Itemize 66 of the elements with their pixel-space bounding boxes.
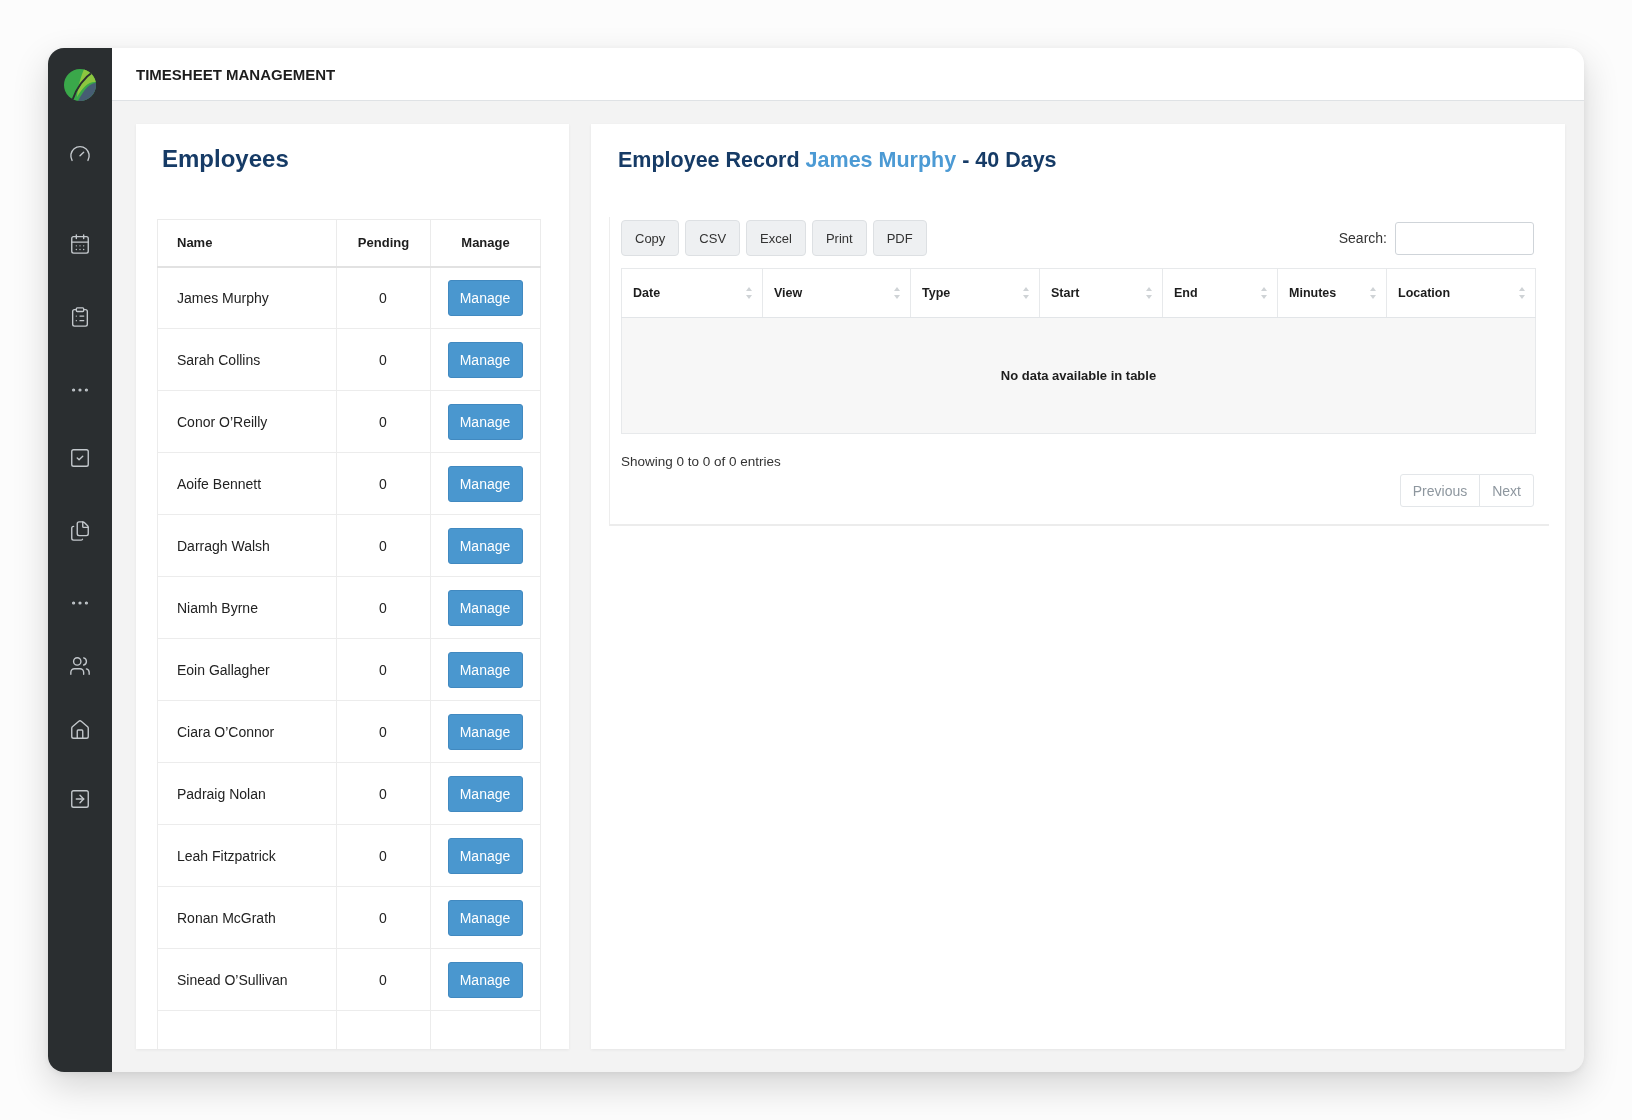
table-cell: Aoife Bennett [157,452,337,515]
manage-button[interactable]: Manage [447,651,523,688]
column-header[interactable]: End [1174,286,1198,300]
manage-button[interactable]: Manage [447,775,523,812]
table-cell: 0 [336,638,431,701]
column-header[interactable]: Minutes [1289,286,1337,300]
manage-button[interactable]: Manage [447,279,523,316]
table-cell: Leah Fitzpatrick [157,824,337,887]
table-cell: Darragh Walsh [157,514,337,577]
table-cell: 0 [336,886,431,949]
column-header[interactable]: Date [633,286,661,300]
table-cell: Sarah Collins [157,328,337,391]
table-info: Showing 0 to 0 of 0 entries [621,454,782,469]
manage-button[interactable]: Manage [447,961,523,998]
empty-table-message: No data available in table [621,317,1536,434]
table-cell: Ciara O’Connor [157,700,337,763]
column-header: Pending [336,219,431,267]
users-icon[interactable] [69,655,91,677]
table-cell: Eoin Gallagher [157,638,337,701]
table-cell: 0 [336,514,431,577]
table-cell: 0 [336,824,431,887]
checkbox-icon[interactable] [69,447,91,469]
manage-button[interactable]: Manage [447,527,523,564]
export-button[interactable]: Excel [746,220,806,256]
table-cell: 0 [336,762,431,825]
calendar-icon[interactable] [69,233,91,255]
column-header[interactable]: Location [1398,286,1451,300]
files-icon[interactable] [69,520,91,542]
record-title: Employee Record James Murphy - 40 Days [618,147,1058,174]
column-header: Name [157,219,337,267]
export-button[interactable]: Copy [621,220,680,256]
leaf-logo [64,69,96,101]
search-label: Search: [1338,230,1387,246]
panel-title: Employees [162,144,290,174]
table-cell: 0 [336,700,431,763]
manage-button[interactable]: Manage [447,899,523,936]
column-header[interactable]: Start [1051,286,1080,300]
sign-in-icon[interactable] [69,788,91,810]
house-icon[interactable] [69,719,91,741]
table-cell: Sinead O’Sullivan [157,948,337,1011]
table-cell: 0 [336,452,431,515]
app-title: TIMESHEET MANAGEMENT [136,65,336,83]
table-cell: 0 [336,328,431,391]
table-cell: Niamh Byrne [157,576,337,639]
column-header[interactable]: Type [922,286,951,300]
table-cell: 0 [336,266,431,329]
export-button[interactable]: CSV [685,220,741,256]
column-header[interactable]: View [774,286,803,300]
table-cell: 0 [336,576,431,639]
table-cell: James Murphy [157,266,337,329]
column-header: Manage [430,219,541,267]
manage-button[interactable]: Manage [447,589,523,626]
table-cell: Ronan McGrath [157,886,337,949]
table-cell: 0 [336,390,431,453]
table-cell: 0 [336,948,431,1011]
export-button[interactable]: Print [811,220,867,256]
manage-button[interactable]: Manage [447,465,523,502]
manage-button[interactable]: Manage [447,341,523,378]
manage-button[interactable]: Manage [447,403,523,440]
search-field[interactable] [1395,221,1534,255]
manage-button[interactable]: Manage [447,713,523,750]
clipboard-icon[interactable] [69,306,91,328]
manage-button[interactable]: Manage [447,837,523,874]
export-button[interactable]: PDF [872,220,927,256]
table-cell: Padraig Nolan [157,762,337,825]
table-cell: Conor O’Reilly [157,390,337,453]
